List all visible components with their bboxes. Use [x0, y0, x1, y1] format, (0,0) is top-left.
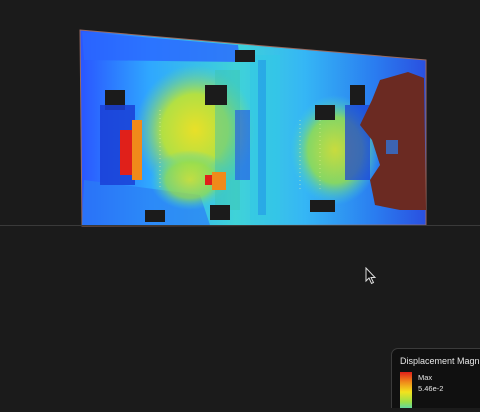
3d-viewport[interactable]: [0, 0, 480, 407]
legend-title: Displacement Magnitu: [400, 356, 480, 366]
displacement-contour-model: [79, 29, 427, 227]
legend-max-value: 5.46e-2: [418, 384, 444, 393]
displacement-legend: Displacement Magnitu Max 5.46e-2: [391, 348, 480, 408]
legend-color-bar: [400, 372, 412, 408]
mouse-pointer-icon: [365, 266, 377, 285]
ground-plane-line: [0, 225, 480, 226]
legend-max-label: Max: [418, 373, 433, 382]
